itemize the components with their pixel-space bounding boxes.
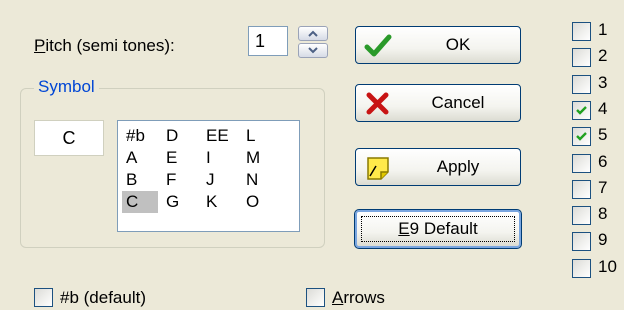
checkmark-icon: [364, 34, 392, 57]
checkmark-icon: [576, 106, 587, 115]
channel-3-label: 3: [598, 72, 608, 92]
symbol-item[interactable]: #b: [122, 125, 158, 147]
x-cross-icon: [366, 92, 389, 115]
symbol-group-legend: Symbol: [34, 77, 99, 97]
note-apply-icon: [367, 157, 389, 180]
apply-button[interactable]: Apply: [355, 148, 521, 186]
channel-8-checkbox[interactable]: [572, 206, 591, 226]
symbol-item[interactable]: B: [122, 169, 158, 191]
channel-1-checkbox[interactable]: [572, 22, 591, 41]
e9-default-button-label: E9 Default: [357, 212, 519, 246]
current-symbol-display: C: [34, 120, 104, 156]
pitch-spinner[interactable]: [298, 26, 328, 58]
channel-9-label: 9: [598, 230, 608, 250]
symbol-item[interactable]: F: [162, 169, 198, 191]
symbol-item[interactable]: K: [202, 191, 238, 213]
e9-default-text: 9 Default: [409, 219, 478, 238]
symbol-item[interactable]: C: [122, 191, 158, 213]
pitch-input[interactable]: 1: [248, 26, 288, 56]
channel-10-label: 10: [598, 256, 617, 276]
symbol-item[interactable]: EE: [202, 125, 238, 147]
channel-3-checkbox[interactable]: [572, 74, 591, 94]
arrows-text: rrows: [343, 288, 385, 307]
symbol-item[interactable]: E: [162, 147, 198, 169]
cancel-button-label: Cancel: [431, 93, 485, 112]
e9-default-button[interactable]: E9 Default: [354, 209, 522, 249]
spin-down-button[interactable]: [298, 43, 328, 58]
checkmark-icon: [576, 132, 587, 141]
e9-default-mnemonic: E: [398, 219, 410, 238]
channel-9-checkbox[interactable]: [572, 232, 591, 252]
arrows-mnemonic: A: [332, 288, 344, 307]
pitch-label-text: itch (semi tones):: [45, 36, 175, 55]
symbol-item[interactable]: G: [162, 191, 198, 213]
symbol-list[interactable]: #b A B C D E F G EE I J K L M N O: [117, 120, 300, 232]
symbol-item[interactable]: J: [202, 169, 238, 191]
ok-button[interactable]: OK: [355, 26, 521, 64]
b-default-checkbox[interactable]: [34, 288, 53, 307]
apply-button-label: Apply: [436, 157, 480, 176]
symbol-item[interactable]: O: [242, 191, 278, 213]
chevron-up-icon: [308, 30, 318, 37]
symbol-item[interactable]: A: [122, 147, 158, 169]
symbol-item[interactable]: M: [242, 147, 278, 169]
b-default-label: #b (default): [60, 288, 146, 307]
channel-8-label: 8: [598, 204, 608, 224]
channel-10-checkbox[interactable]: [572, 258, 591, 278]
channel-4-checkbox[interactable]: [572, 100, 591, 120]
channel-5-label: 5: [598, 125, 608, 145]
cancel-button[interactable]: Cancel: [355, 84, 521, 122]
channel-4-label: 4: [598, 98, 608, 118]
channel-6-checkbox[interactable]: [572, 153, 591, 173]
symbol-item[interactable]: N: [242, 169, 278, 191]
arrows-checkbox[interactable]: [306, 288, 325, 307]
chevron-down-icon: [308, 47, 318, 54]
channel-7-label: 7: [598, 177, 608, 197]
channel-2-checkbox[interactable]: [572, 48, 591, 68]
channel-1-label: 1: [598, 20, 608, 39]
pitch-label-mnemonic: P: [34, 36, 46, 55]
channel-7-checkbox[interactable]: [572, 179, 591, 199]
symbol-item[interactable]: D: [162, 125, 198, 147]
channel-5-checkbox[interactable]: [572, 127, 591, 147]
symbol-item[interactable]: I: [202, 147, 238, 169]
arrows-label: Arrows: [332, 288, 385, 308]
spin-up-button[interactable]: [298, 26, 328, 41]
channel-6-label: 6: [598, 151, 608, 171]
ok-button-label: OK: [445, 35, 471, 54]
symbol-item[interactable]: L: [242, 125, 278, 147]
pitch-label: Pitch (semi tones):: [34, 36, 175, 56]
channel-2-label: 2: [598, 46, 608, 66]
